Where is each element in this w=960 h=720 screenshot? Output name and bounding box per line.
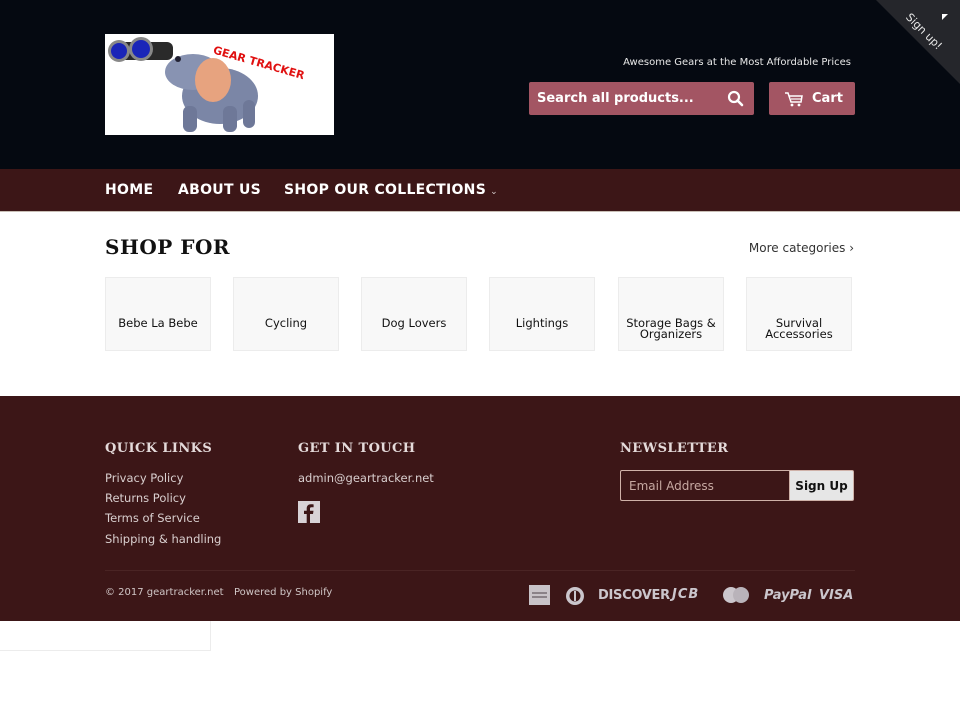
mastercard-icon — [723, 587, 749, 603]
more-categories-link[interactable]: More categories › — [749, 241, 854, 255]
site-header: GEAR TRACKER Awesome Gears at the Most A… — [0, 0, 960, 169]
category-label: Lightings — [515, 316, 569, 330]
nav-item-label: SHOP OUR COLLECTIONS — [284, 182, 487, 198]
copyright-text: © 2017 geartracker.net — [105, 587, 224, 598]
category-card[interactable]: Survival Accessories — [746, 277, 852, 351]
paypal-icon: PayPal — [764, 588, 812, 603]
cart-icon — [785, 91, 803, 106]
amex-icon — [529, 585, 550, 605]
ribbon-background — [876, 0, 960, 84]
nav-item-home[interactable]: HOME — [105, 182, 153, 198]
store-tagline: Awesome Gears at the Most Affordable Pri… — [623, 57, 851, 68]
search-input[interactable] — [529, 82, 719, 115]
nav-item-shop-collections[interactable]: SHOP OUR COLLECTIONS ⌄ — [284, 182, 498, 198]
quick-links-heading: QUICK LINKS — [105, 441, 213, 456]
search-button[interactable] — [726, 89, 746, 109]
category-card[interactable]: Dog Lovers — [361, 277, 467, 351]
footer-link-privacy-policy[interactable]: Privacy Policy — [105, 471, 183, 485]
search-icon — [727, 90, 744, 107]
newsletter-email-input[interactable] — [621, 471, 790, 500]
jcb-icon: JCB — [672, 587, 700, 602]
site-logo[interactable]: GEAR TRACKER — [105, 34, 334, 135]
nav-item-label: HOME — [105, 182, 154, 198]
category-card[interactable]: Bebe La Bebe — [105, 277, 211, 351]
section-title: SHOP FOR — [105, 235, 231, 259]
footer-link-terms-of-service[interactable]: Terms of Service — [105, 511, 200, 525]
discover-icon: DISCOVER — [598, 588, 670, 603]
get-in-touch-heading: GET IN TOUCH — [298, 441, 416, 456]
contact-email-link[interactable]: admin@geartracker.net — [298, 471, 434, 485]
category-label: Storage Bags & Organizers — [626, 316, 716, 341]
newsletter-heading: NEWSLETTER — [620, 441, 729, 456]
category-label: Cycling — [264, 316, 308, 330]
category-label: Dog Lovers — [381, 316, 447, 330]
cart-button[interactable]: Cart — [769, 82, 855, 115]
category-card[interactable]: Storage Bags & Organizers — [618, 277, 724, 351]
signup-ribbon[interactable]: Sign up! — [876, 0, 960, 84]
newsletter-signup-button[interactable]: Sign Up — [789, 470, 854, 501]
powered-by-link[interactable]: Powered by Shopify — [234, 587, 332, 598]
main-nav: HOME ABOUT US SHOP OUR COLLECTIONS ⌄ — [0, 169, 960, 212]
chevron-down-icon: ⌄ — [490, 187, 498, 197]
site-footer: QUICK LINKS Privacy Policy Returns Polic… — [0, 396, 960, 621]
category-label: Survival Accessories — [765, 316, 833, 341]
footer-divider — [105, 570, 855, 571]
newsletter-email-wrapper — [620, 470, 790, 501]
diners-club-icon — [566, 587, 584, 605]
empty-panel — [0, 621, 211, 651]
nav-item-label: ABOUT US — [178, 182, 262, 198]
footer-link-returns-policy[interactable]: Returns Policy — [105, 491, 186, 505]
visa-icon: VISA — [819, 588, 854, 603]
facebook-icon — [304, 504, 314, 523]
category-card[interactable]: Cycling — [233, 277, 339, 351]
nav-item-about-us[interactable]: ABOUT US — [178, 182, 261, 198]
cart-label: Cart — [812, 91, 843, 106]
arrow-icon — [942, 14, 948, 20]
category-label: Bebe La Bebe — [118, 316, 198, 330]
footer-link-shipping[interactable]: Shipping & handling — [105, 532, 221, 546]
facebook-link[interactable] — [298, 501, 320, 523]
category-card[interactable]: Lightings — [489, 277, 595, 351]
elephant-binoculars-logo-image: GEAR TRACKER — [105, 34, 334, 135]
search-form — [529, 82, 754, 115]
